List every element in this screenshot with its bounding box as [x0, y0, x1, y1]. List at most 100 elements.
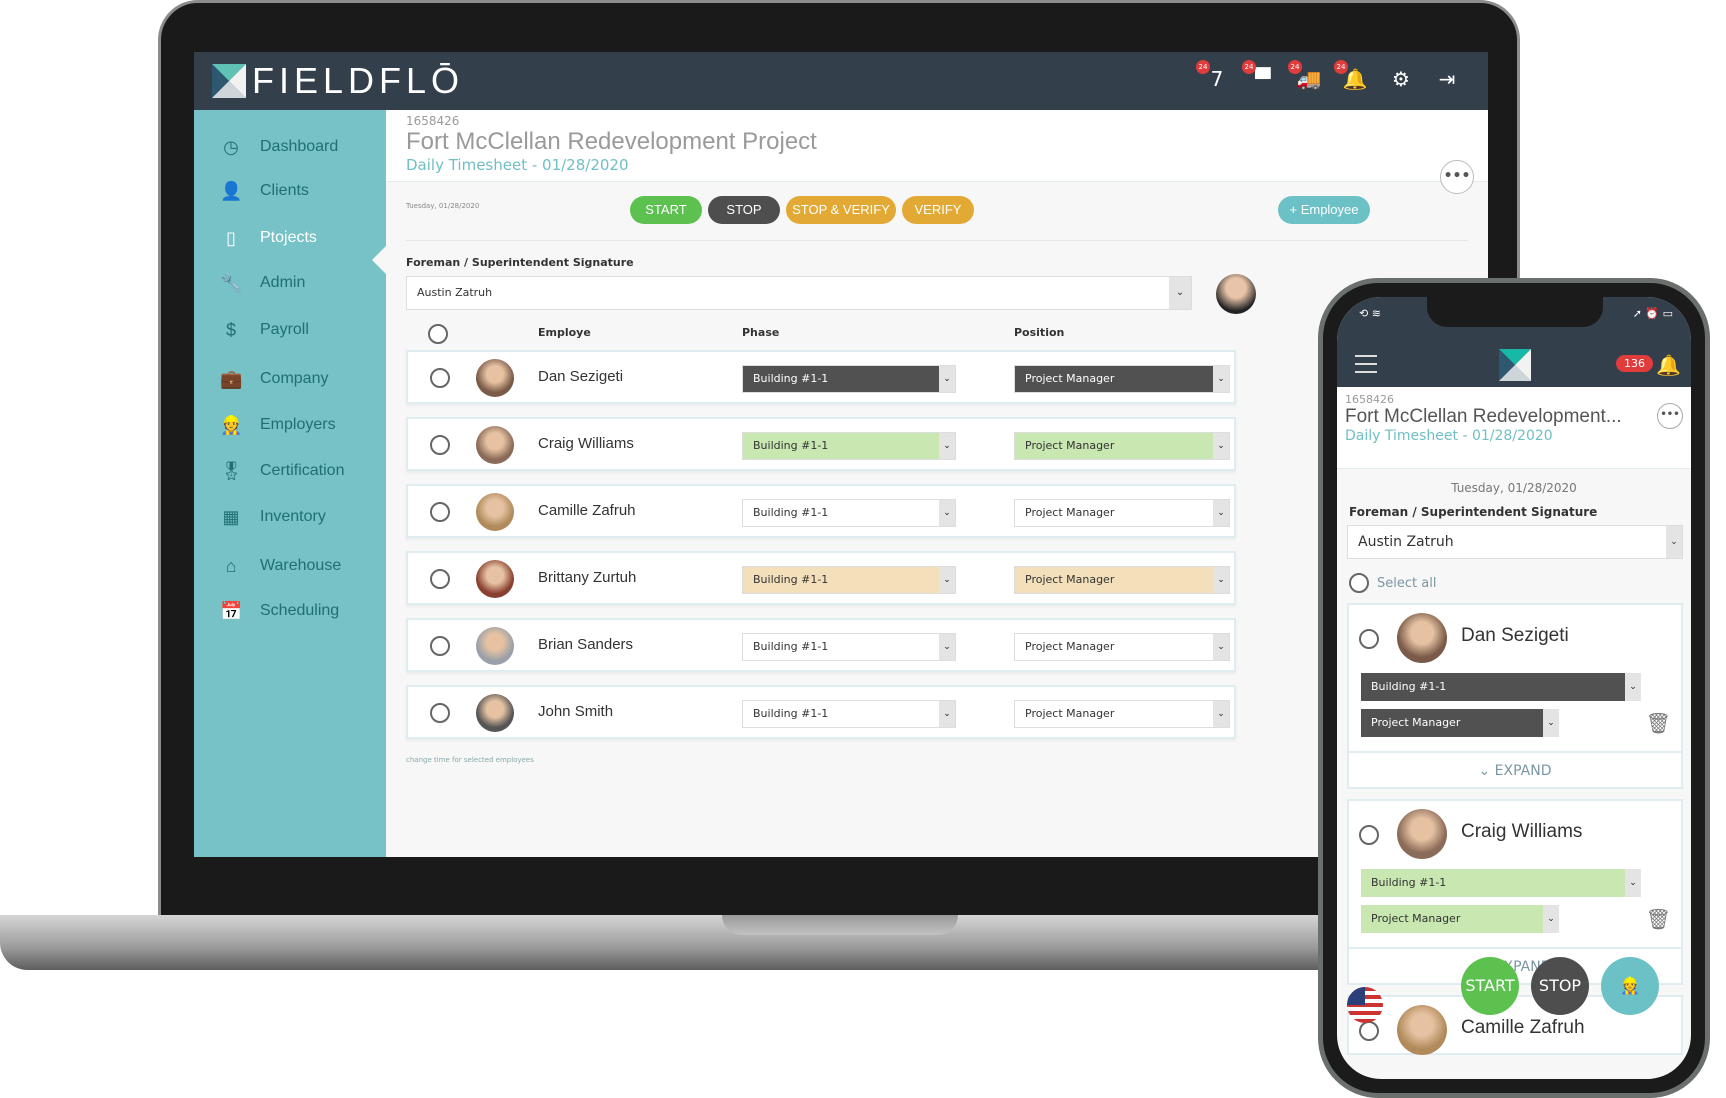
- sidebar-item-dashboard[interactable]: ◷ Dashboard: [220, 136, 338, 158]
- sidebar-item-employers[interactable]: 👷 Employers: [220, 414, 336, 436]
- position-select[interactable]: Project Manager ⌄: [1361, 905, 1559, 933]
- select-all[interactable]: Select all: [1349, 573, 1691, 593]
- select-all-radio[interactable]: [1349, 573, 1369, 593]
- sidebar-item-label: Warehouse: [260, 557, 342, 574]
- ptojects-icon: ▯: [226, 228, 236, 248]
- hamburger-menu-icon[interactable]: [1355, 355, 1377, 373]
- mobile-app: ⟲ ≋ ➚ ⏰ ▭ 136 🔔 1658426 Fort McClellan R…: [1337, 297, 1691, 1079]
- position-select[interactable]: Project Manager ⌄: [1014, 499, 1230, 527]
- position-select[interactable]: Project Manager ⌄: [1014, 700, 1230, 728]
- phase-value: Building #1-1: [1371, 680, 1447, 693]
- sidebar-item-inventory[interactable]: ▦ Inventory: [220, 506, 325, 528]
- phase-select[interactable]: Building #1-1 ⌄: [1361, 673, 1641, 701]
- sidebar-item-clients[interactable]: 👤 Clients: [220, 180, 309, 202]
- start-fab[interactable]: START: [1461, 957, 1519, 1015]
- page-title: Fort McClellan Redevelopment...: [1345, 406, 1622, 427]
- bell-icon[interactable]: 🔔 24: [1334, 60, 1368, 92]
- position-select[interactable]: Project Manager ⌄: [1014, 365, 1230, 393]
- phase-select[interactable]: Building #1-1 ⌄: [742, 365, 956, 393]
- row-select-radio[interactable]: [430, 569, 450, 589]
- sidebar-item-label: Scheduling: [260, 602, 340, 619]
- change-time-note[interactable]: change time for selected employees: [406, 756, 534, 764]
- row-select-radio[interactable]: [430, 435, 450, 455]
- top-bar: FIELDFLŌ 7 24 ▀ 24 🚚 24 🔔 24 ⚙ ⇥: [194, 52, 1488, 110]
- sidebar-item-scheduling[interactable]: 📅 Scheduling: [220, 600, 339, 622]
- phone-notch: [1427, 297, 1603, 327]
- sidebar-item-label: Dashboard: [260, 138, 339, 155]
- position-select[interactable]: Project Manager ⌄: [1014, 633, 1230, 661]
- row-select-radio[interactable]: [1359, 825, 1379, 845]
- notification-badge: 24: [1288, 60, 1302, 74]
- employee-name: Brian Sanders: [538, 636, 634, 653]
- trash-icon[interactable]: 🗑: [1646, 711, 1671, 735]
- sidebar-item-label: Ptojects: [260, 229, 317, 246]
- sidebar-item-company[interactable]: 💼 Company: [220, 368, 328, 390]
- chevron-down-icon: ⌄: [1543, 905, 1559, 933]
- sidebar-item-payroll[interactable]: $ Payroll: [220, 319, 309, 341]
- logout-icon[interactable]: ⇥: [1434, 66, 1460, 92]
- page-subtitle: Daily Timesheet - 01/28/2020: [406, 156, 629, 174]
- row-select-radio[interactable]: [1359, 629, 1379, 649]
- calendar-icon[interactable]: 7 24: [1196, 60, 1230, 92]
- avatar: [476, 560, 514, 598]
- sidebar-item-warehouse[interactable]: ⌂ Warehouse: [220, 555, 342, 577]
- notification-count-badge[interactable]: 136: [1616, 355, 1653, 372]
- phase-select[interactable]: Building #1-1 ⌄: [1361, 869, 1641, 897]
- avatar: [476, 426, 514, 464]
- stop-fab[interactable]: STOP: [1531, 957, 1589, 1015]
- phase-select[interactable]: Building #1-1 ⌄: [742, 633, 956, 661]
- expand-button[interactable]: ⌄ EXPAND: [1349, 751, 1681, 789]
- truck-icon[interactable]: 🚚 24: [1288, 60, 1322, 92]
- stop-verify-button[interactable]: STOP & VERIFY: [786, 196, 896, 224]
- verify-button[interactable]: VERIFY: [902, 196, 974, 224]
- logo[interactable]: FIELDFLŌ: [212, 60, 464, 102]
- chevron-down-icon: ⌄: [1213, 433, 1229, 459]
- phase-select[interactable]: Building #1-1 ⌄: [742, 700, 956, 728]
- more-options-button[interactable]: •••: [1440, 160, 1474, 194]
- table-row: Brian Sanders Building #1-1 ⌄ Project Man…: [406, 618, 1236, 672]
- wifi-icon: ⟲ ≋: [1359, 307, 1381, 320]
- us-flag-icon[interactable]: [1347, 987, 1383, 1023]
- logout-icon-glyph: ⇥: [1438, 67, 1456, 91]
- add-employee-button[interactable]: + Employee: [1278, 196, 1370, 224]
- avatar: [476, 359, 514, 397]
- row-select-radio[interactable]: [430, 502, 450, 522]
- signature-select[interactable]: Austin Zatruh ⌄: [406, 276, 1192, 310]
- position-select[interactable]: Project Manager ⌄: [1361, 709, 1559, 737]
- column-phase: Phase: [742, 326, 780, 339]
- position-select[interactable]: Project Manager ⌄: [1014, 432, 1230, 460]
- bell-icon[interactable]: 🔔: [1656, 353, 1681, 377]
- position-value: Project Manager: [1025, 573, 1115, 586]
- expand-label: EXPAND: [1494, 763, 1552, 779]
- stop-button[interactable]: STOP: [708, 196, 780, 224]
- add-worker-fab[interactable]: 👷: [1601, 957, 1659, 1015]
- signature-value: Austin Zatruh: [417, 286, 493, 299]
- sidebar-item-certification[interactable]: 🎖 Certification: [220, 460, 344, 482]
- row-select-radio[interactable]: [430, 703, 450, 723]
- row-select-radio[interactable]: [430, 368, 450, 388]
- trash-icon[interactable]: 🗑: [1646, 907, 1671, 931]
- sidebar-item-ptojects[interactable]: ▯ Ptojects: [220, 227, 317, 249]
- select-all-radio[interactable]: [428, 324, 448, 344]
- row-select-radio[interactable]: [1359, 1021, 1379, 1041]
- position-select[interactable]: Project Manager ⌄: [1014, 566, 1230, 594]
- sidebar-item-label: Clients: [260, 182, 309, 199]
- table-row: Brittany Zurtuh Building #1-1 ⌄ Project M…: [406, 551, 1236, 605]
- calendar-icon-glyph: 7: [1210, 67, 1224, 91]
- signature-select[interactable]: Austin Zatruh ⌄: [1347, 525, 1683, 559]
- phase-select[interactable]: Building #1-1 ⌄: [742, 432, 956, 460]
- sidebar-item-label: Employers: [260, 416, 336, 433]
- row-select-radio[interactable]: [430, 636, 450, 656]
- phase-select[interactable]: Building #1-1 ⌄: [742, 499, 956, 527]
- page-subtitle: Daily Timesheet - 01/28/2020: [1345, 428, 1553, 444]
- sidebar-item-admin[interactable]: 🔧 Admin: [220, 272, 305, 294]
- more-options-button[interactable]: •••: [1657, 403, 1683, 429]
- chevron-down-icon: ⌄: [939, 634, 955, 660]
- gear-icon[interactable]: ⚙: [1388, 66, 1414, 92]
- chevron-down-icon: ⌄: [1625, 673, 1641, 701]
- phase-select[interactable]: Building #1-1 ⌄: [742, 566, 956, 594]
- employee-name: Dan Sezigeti: [538, 368, 624, 385]
- start-button[interactable]: START: [630, 196, 702, 224]
- dashboard-icon: ◷: [223, 137, 239, 157]
- messages-icon[interactable]: ▀ 24: [1242, 60, 1276, 92]
